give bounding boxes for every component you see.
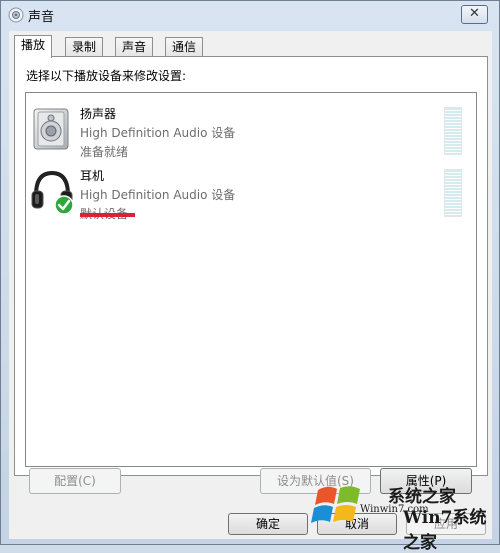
device-name: 扬声器: [80, 107, 117, 121]
speaker-icon: [33, 108, 69, 150]
close-icon: ✕: [469, 6, 480, 21]
device-status: 准备就绪: [80, 145, 129, 159]
device-description: High Definition Audio 设备: [80, 126, 236, 140]
default-check-icon: [54, 195, 74, 215]
tab-playback[interactable]: 播放: [14, 35, 53, 58]
volume-meter: [444, 107, 462, 155]
window-title: 声音: [28, 10, 55, 25]
device-name: 耳机: [80, 169, 105, 183]
dialog-body: 播放 录制 声音 通信 选择以下播放设备来修改设置: 扬声器 High Defi…: [9, 31, 492, 539]
close-button[interactable]: ✕: [461, 5, 488, 24]
playback-panel: 选择以下播放设备来修改设置: 扬声器 High Definition Audio…: [14, 56, 488, 476]
tab-communications[interactable]: 通信: [165, 37, 204, 57]
device-description: High Definition Audio 设备: [80, 188, 236, 202]
tab-sounds[interactable]: 声音: [115, 37, 154, 57]
speaker-title-icon: [8, 7, 24, 23]
site-watermark: 系统之家 Winwin7.com Win7系统之家: [308, 468, 500, 553]
device-item-speakers[interactable]: 扬声器 High Definition Audio 设备 准备就绪: [26, 101, 476, 161]
ok-button[interactable]: 确定: [228, 513, 308, 535]
watermark-brand-2: Win7系统之家: [403, 508, 487, 553]
title-bar: 声音 ✕: [1, 1, 499, 29]
red-underline-annotation: [80, 213, 135, 217]
sound-dialog: 声音 ✕ 播放 录制 声音 通信 选择以下播放设备来修改设置: 扬声器 High…: [0, 0, 500, 545]
instruction-text: 选择以下播放设备来修改设置:: [26, 69, 187, 83]
device-list[interactable]: 扬声器 High Definition Audio 设备 准备就绪 耳机 Hig…: [25, 92, 477, 467]
volume-meter: [444, 169, 462, 217]
configure-button[interactable]: 配置(C): [29, 468, 121, 494]
tab-recording[interactable]: 录制: [65, 37, 104, 57]
